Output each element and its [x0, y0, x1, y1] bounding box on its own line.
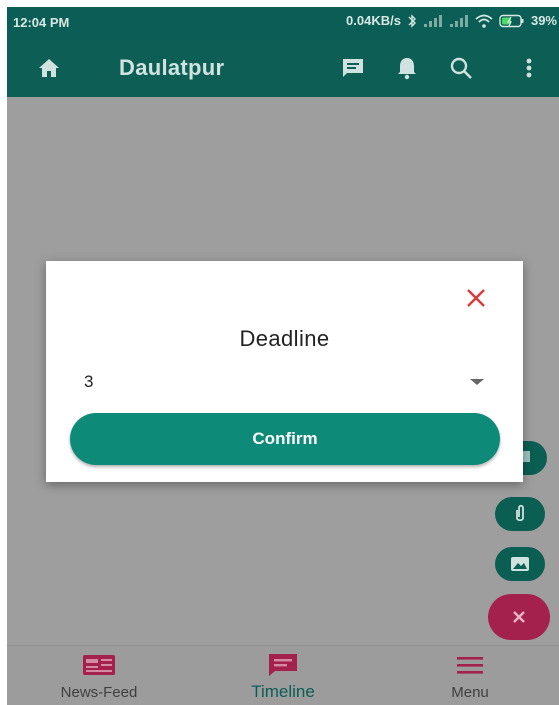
app-title: Daulatpur [119, 55, 225, 80]
close-icon [467, 289, 485, 307]
newspaper-icon [29, 652, 169, 678]
nav-label-menu: Menu [451, 684, 489, 701]
signal-icon-2 [449, 14, 469, 28]
status-time: 12:04 PM [13, 15, 70, 30]
close-fab[interactable] [488, 594, 550, 640]
nav-label-news-feed: News-Feed [60, 684, 138, 701]
network-speed: 0.04KB/s [346, 13, 401, 28]
nav-item-news-feed[interactable]: News-Feed [29, 652, 169, 701]
signal-icon [423, 14, 443, 28]
close-icon [513, 611, 525, 623]
status-bar: 12:04 PM 0.04KB/s 39% [7, 7, 559, 39]
chat-icon[interactable] [339, 54, 367, 82]
attach-icon [516, 504, 524, 522]
more-vert-icon[interactable] [515, 54, 543, 82]
bluetooth-icon [407, 13, 417, 28]
nav-item-timeline[interactable]: Timeline [213, 652, 353, 702]
dropdown-selected-value: 3 [84, 372, 94, 391]
phone-screen: 12:04 PM 0.04KB/s 39% Daulatpur News-Fee… [7, 7, 559, 705]
dialog-title: Deadline [239, 326, 330, 351]
home-icon[interactable] [35, 54, 63, 82]
bottom-nav: News-Feed Timeline Menu [7, 645, 559, 705]
nav-item-menu[interactable]: Menu [400, 652, 540, 701]
image-icon [511, 557, 529, 571]
dialog-close-button[interactable] [463, 285, 489, 311]
battery-percent: 39% [530, 13, 557, 28]
nav-label-timeline: Timeline [251, 682, 315, 701]
attach-fab[interactable] [495, 497, 545, 531]
search-icon[interactable] [447, 54, 475, 82]
bell-icon[interactable] [393, 54, 421, 82]
wifi-icon [475, 14, 493, 28]
menu-icon [400, 652, 540, 678]
deadline-dropdown[interactable]: 3 [84, 367, 484, 399]
dropdown-arrow-icon [470, 379, 484, 385]
deadline-dialog: Deadline 3 Confirm [46, 261, 523, 482]
chat-icon [213, 652, 353, 678]
battery-icon [499, 14, 525, 28]
status-indicators: 0.04KB/s 39% [346, 13, 557, 28]
image-fab[interactable] [495, 547, 545, 581]
confirm-button[interactable]: Confirm [70, 413, 500, 465]
app-bar: Daulatpur [7, 39, 559, 97]
